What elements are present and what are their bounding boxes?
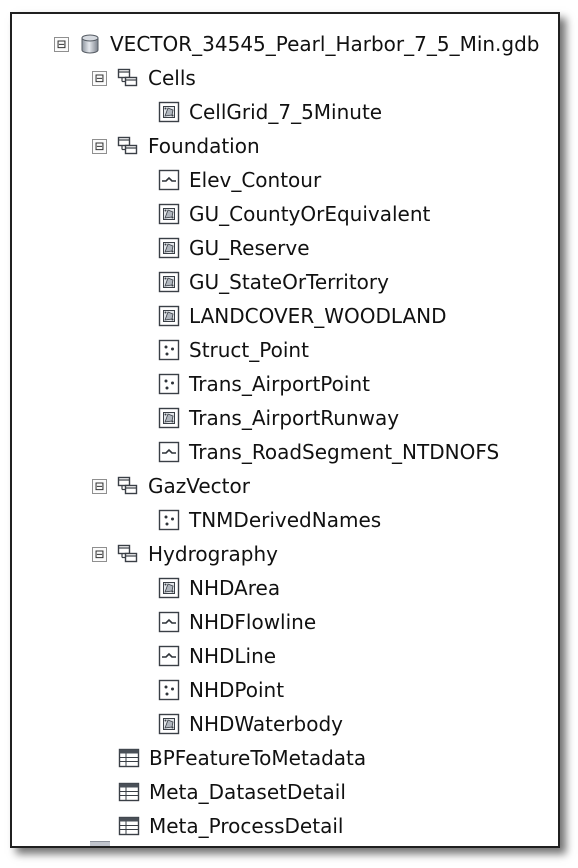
collapse-toggle[interactable]: ⊟ <box>92 138 107 154</box>
tree-item-trans-roadsegment-ntdnofs[interactable]: Trans_RoadSegment_NTDNOFS <box>158 435 499 469</box>
feature-dataset-icon <box>117 67 139 89</box>
tree-item-gu-reserve[interactable]: GU_Reserve <box>158 231 310 265</box>
point-feature-class-icon <box>158 373 180 395</box>
tree-item-gu-stateorterritory[interactable]: GU_StateOrTerritory <box>158 265 389 299</box>
feature-dataset-icon <box>117 135 139 157</box>
catalog-tree-panel: ⊟ VECTOR_34545_Pearl_Harbor_7_5_Min.gdb ⊟ C… <box>10 12 560 848</box>
tree-item-label: NHDFlowline <box>189 610 317 634</box>
tree-item-label: Foundation <box>148 134 260 158</box>
tree-item-trans-airportpoint[interactable]: Trans_AirportPoint <box>158 367 370 401</box>
feature-dataset-icon <box>117 475 139 497</box>
tree-item-nhdpoint[interactable]: NHDPoint <box>158 673 284 707</box>
tree-item-label: NHDArea <box>189 576 281 600</box>
tree-item-label: Trans_RoadSegment_NTDNOFS <box>189 440 500 464</box>
polygon-feature-class-icon <box>158 305 180 327</box>
tree-item-label: VECTOR_34545_Pearl_Harbor_7_5_Min.gdb <box>110 32 540 56</box>
polygon-feature-class-icon <box>158 713 180 735</box>
tree-dataset-cells[interactable]: ⊟ Cells <box>92 61 196 95</box>
tree-table-meta-processdetail[interactable]: Meta_ProcessDetail <box>118 809 343 843</box>
tree-dataset-foundation[interactable]: ⊟ Foundation <box>92 129 260 163</box>
tree-dataset-hydrography[interactable]: ⊟ Hydrography <box>92 537 278 571</box>
tree-item-elev-contour[interactable]: Elev_Contour <box>158 163 321 197</box>
line-feature-class-icon <box>158 169 180 191</box>
polygon-feature-class-icon <box>158 203 180 225</box>
tree-item-trans-airportrunway[interactable]: Trans_AirportRunway <box>158 401 399 435</box>
table-icon <box>118 815 140 837</box>
line-feature-class-icon <box>158 441 180 463</box>
tree-item-label: GazVector <box>148 474 250 498</box>
tree-item-label: GU_Reserve <box>189 236 310 260</box>
tree-item-label: GU_CountyOrEquivalent <box>189 202 431 226</box>
tree-item-nhdwaterbody[interactable]: NHDWaterbody <box>158 707 343 741</box>
polygon-feature-class-icon <box>158 237 180 259</box>
tree-item-label: Trans_AirportPoint <box>189 372 370 396</box>
tree-item-label: Meta_DatasetDetail <box>149 780 346 804</box>
tree-item-label: Meta_ProcessDetail <box>149 814 344 838</box>
tree-item-label: Trans_AirportRunway <box>189 406 400 430</box>
table-icon <box>118 781 140 803</box>
partial-next-item-icon <box>90 841 110 846</box>
collapse-toggle[interactable]: ⊟ <box>54 36 69 52</box>
polygon-feature-class-icon <box>158 271 180 293</box>
tree-item-label: Struct_Point <box>189 338 309 362</box>
tree-item-label: LANDCOVER_WOODLAND <box>189 304 447 328</box>
collapse-toggle[interactable]: ⊟ <box>92 70 107 86</box>
collapse-toggle[interactable]: ⊟ <box>92 478 107 494</box>
point-feature-class-icon <box>158 509 180 531</box>
tree-item-tnmderivednames[interactable]: TNMDerivedNames <box>158 503 381 537</box>
tree-table-bpfeaturetometadata[interactable]: BPFeatureToMetadata <box>118 741 366 775</box>
tree-table-meta-datasetdetail[interactable]: Meta_DatasetDetail <box>118 775 346 809</box>
tree-item-nhdline[interactable]: NHDLine <box>158 639 276 673</box>
polygon-feature-class-icon <box>158 577 180 599</box>
tree-item-label: CellGrid_7_5Minute <box>189 100 383 124</box>
table-icon <box>118 747 140 769</box>
point-feature-class-icon <box>158 339 180 361</box>
tree-item-label: TNMDerivedNames <box>189 508 382 532</box>
polygon-feature-class-icon <box>158 407 180 429</box>
line-feature-class-icon <box>158 611 180 633</box>
tree-item-label: Elev_Contour <box>189 168 322 192</box>
tree-item-label: NHDPoint <box>189 678 285 702</box>
tree-item-nhdflowline[interactable]: NHDFlowline <box>158 605 316 639</box>
tree-item-label: NHDWaterbody <box>189 712 343 736</box>
point-feature-class-icon <box>158 679 180 701</box>
tree-item-label: Hydrography <box>148 542 278 566</box>
tree-item-label: BPFeatureToMetadata <box>149 746 367 770</box>
tree-dataset-gazvector[interactable]: ⊟ GazVector <box>92 469 250 503</box>
collapse-toggle[interactable]: ⊟ <box>92 546 107 562</box>
tree-item-nhdarea[interactable]: NHDArea <box>158 571 280 605</box>
geodatabase-icon <box>79 33 101 55</box>
tree-item-label: Cells <box>148 66 196 90</box>
tree-item-label: NHDLine <box>189 644 277 668</box>
tree-item-struct-point[interactable]: Struct_Point <box>158 333 309 367</box>
line-feature-class-icon <box>158 645 180 667</box>
tree-item-cellgrid-7-5minute[interactable]: CellGrid_7_5Minute <box>158 95 382 129</box>
tree-item-landcover-woodland[interactable]: LANDCOVER_WOODLAND <box>158 299 447 333</box>
tree-item-label: GU_StateOrTerritory <box>189 270 389 294</box>
tree-root-geodatabase[interactable]: ⊟ VECTOR_34545_Pearl_Harbor_7_5_Min.gdb <box>54 27 540 61</box>
feature-dataset-icon <box>117 543 139 565</box>
polygon-feature-class-icon <box>158 101 180 123</box>
tree-item-gu-countyorequivalent[interactable]: GU_CountyOrEquivalent <box>158 197 430 231</box>
